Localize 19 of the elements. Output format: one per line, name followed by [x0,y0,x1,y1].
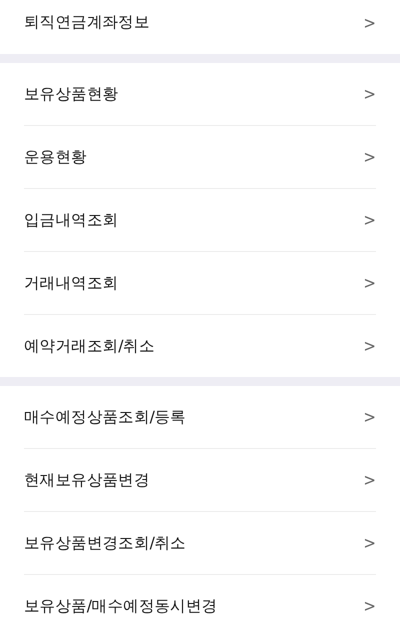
menu-item[interactable]: 거래내역조회 > [24,251,376,314]
chevron-icon: > [363,470,376,490]
chevron-icon: > [363,147,376,167]
menu-item[interactable]: 보유상품현황 > [24,63,376,125]
menu-item[interactable]: 현재보유상품변경 > [24,448,376,511]
chevron-icon: > [363,210,376,230]
chevron-icon: > [363,336,376,356]
chevron-icon: > [363,407,376,427]
menu-item[interactable]: 매수예정상품조회/등록 > [24,386,376,448]
menu-item[interactable]: 퇴직연금계좌정보 > [24,0,376,45]
menu-item[interactable]: 보유상품변경조회/취소 > [24,511,376,574]
chevron-icon: > [363,84,376,104]
menu-item[interactable]: 운용현황 > [24,125,376,188]
menu-item[interactable]: 보유상품/매수예정동시변경 > [24,574,376,632]
chevron-icon: > [363,273,376,293]
menu-item[interactable]: 입금내역조회 > [24,188,376,251]
chevron-icon: > [363,12,376,32]
chevron-icon: > [363,533,376,553]
chevron-icon: > [363,596,376,616]
